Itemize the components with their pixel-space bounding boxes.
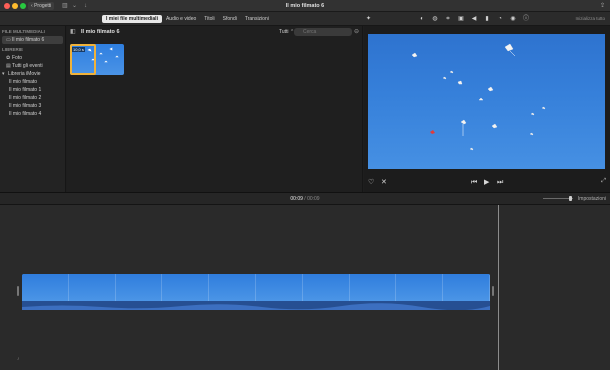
viewer-panel: ♡ ✕ ⏮ ▶ ⏭ ⤢ xyxy=(364,26,610,192)
tab-my-media[interactable]: I miei file multimediali xyxy=(102,15,162,23)
library-sidebar: FILE MULTIMEDIALI ▭Il mio filmato 6 LIBR… xyxy=(0,26,66,192)
sidebar-item-label: Tutti gli eventi xyxy=(12,63,43,69)
media-tabs: I miei file multimediali Audio e video T… xyxy=(102,15,273,23)
magic-wand-icon[interactable]: ✦ xyxy=(366,15,371,23)
sidebar-section-media: FILE MULTIMEDIALI xyxy=(2,29,45,34)
color-balance-icon[interactable]: ◐ xyxy=(418,15,426,23)
time-separator: / xyxy=(304,196,306,202)
info-icon[interactable]: ⓘ xyxy=(522,15,530,23)
kites-sky-image xyxy=(411,43,546,151)
sidebar-section-libraries: LIBRERIE xyxy=(2,47,24,52)
title-bar: ‹ Progetti ▥ ⌄ ↓ Il mio filmato 6 ⇪ xyxy=(0,0,610,12)
clip-trim-handle-right[interactable] xyxy=(492,286,494,296)
waveform-graphic xyxy=(22,303,490,311)
timeline-zoom-knob[interactable] xyxy=(569,196,572,201)
filmstrip-frame xyxy=(255,274,303,301)
tab-audio-video[interactable]: Audio e video xyxy=(162,15,200,23)
skip-forward-icon[interactable]: ⏭ xyxy=(497,178,503,188)
tab-backgrounds[interactable]: Sfondi xyxy=(219,15,241,23)
sidebar-item-event[interactable]: Il mio filmato 1 xyxy=(0,86,65,94)
browser-title: Il mio filmato 6 xyxy=(81,29,120,35)
back-button-label: Progetti xyxy=(34,3,52,9)
sidebar-item-photos[interactable]: ✿ Foto xyxy=(0,54,65,62)
speed-icon[interactable]: ◔ xyxy=(496,15,504,23)
sidebar-item-project[interactable]: ▭Il mio filmato 6 xyxy=(2,36,63,44)
minimize-window-button[interactable] xyxy=(12,3,18,9)
close-window-button[interactable] xyxy=(4,3,10,9)
volume-icon[interactable]: ◀ xyxy=(470,15,478,23)
timeline-header: 00:09 / 00:09 Impostazioni xyxy=(0,192,610,205)
filmstrip-frame xyxy=(396,274,444,301)
filter-icon[interactable]: ◉ xyxy=(509,15,517,23)
clip-duration-badge: 10,0 s xyxy=(72,47,85,52)
sidebar-item-label: Il mio filmato 6 xyxy=(12,37,45,43)
zoom-window-button[interactable] xyxy=(20,3,26,9)
fullscreen-icon[interactable]: ⤢ xyxy=(601,178,606,185)
import-icon[interactable]: ↓ xyxy=(84,2,87,10)
filmstrip-frame xyxy=(209,274,256,301)
sidebar-item-library[interactable]: ▾ Libreria iMovie xyxy=(0,70,65,78)
browser-header: ◧ Il mio filmato 6 Tutti ⌃ ⌕ ⊖ xyxy=(67,26,363,38)
media-toolbar: I miei file multimediali Audio e video T… xyxy=(0,12,610,26)
filmstrip-frame xyxy=(68,274,116,301)
tab-titles[interactable]: Titoli xyxy=(200,15,218,23)
video-preview[interactable] xyxy=(368,34,605,169)
filmstrip-frame xyxy=(115,274,163,301)
tab-transitions[interactable]: Transizioni xyxy=(241,15,273,23)
current-time: 00:09 xyxy=(290,196,303,202)
clip-trim-handle-left[interactable] xyxy=(17,286,19,296)
adjustment-tools: ◐ ◍ ⌗ ▣ ◀ ▮ ◔ ◉ ⓘ xyxy=(418,15,530,23)
sidebar-item-event[interactable]: Il mio filmato 4 xyxy=(0,110,65,118)
reset-all-button[interactable]: Inizializza tutto xyxy=(575,16,605,21)
play-icon[interactable]: ▶ xyxy=(484,178,489,188)
timecode-display: 00:09 / 00:09 xyxy=(0,196,610,203)
sidebar-item-label: Foto xyxy=(12,55,23,61)
window-title: Il mio filmato 6 xyxy=(285,3,325,9)
search-input[interactable] xyxy=(294,28,352,36)
sidebar-item-all-events[interactable]: ▤Tutti gli eventi xyxy=(0,62,65,70)
filmstrip-frame xyxy=(302,274,350,301)
sidebar-item-event[interactable]: Il mio filmato 3 xyxy=(0,102,65,110)
filmstrip-frame xyxy=(349,274,397,301)
reject-icon[interactable]: ✕ xyxy=(381,178,387,188)
filmstrip-frame xyxy=(443,274,490,301)
sidebar-layout-icon[interactable]: ▥ xyxy=(62,2,68,10)
back-to-projects-button[interactable]: ‹ Progetti xyxy=(28,2,55,10)
sidebar-item-event[interactable]: Il mio filmato xyxy=(0,78,65,86)
skip-back-icon[interactable]: ⏮ xyxy=(471,178,477,188)
audio-waveform[interactable] xyxy=(22,301,490,311)
crop-icon[interactable]: ⌗ xyxy=(444,15,452,23)
filmstrip-frame xyxy=(22,274,69,301)
filter-value: Tutti xyxy=(279,29,289,35)
sidebar-item-event[interactable]: Il mio filmato 2 xyxy=(0,94,65,102)
layout-dropdown-chevron-icon[interactable]: ⌄ xyxy=(72,2,77,10)
total-duration: 00:09 xyxy=(307,196,320,202)
filmstrip-frame xyxy=(162,274,210,301)
favorite-icon[interactable]: ♡ xyxy=(368,178,374,188)
stabilization-icon[interactable]: ▣ xyxy=(457,15,465,23)
equalizer-icon[interactable]: ▮ xyxy=(483,15,491,23)
media-browser: ◧ Il mio filmato 6 Tutti ⌃ ⌕ ⊖ 10,0 s xyxy=(67,26,363,192)
color-correction-icon[interactable]: ◍ xyxy=(431,15,439,23)
microphone-icon[interactable]: ♪ xyxy=(17,356,20,362)
clear-search-icon[interactable]: ⊖ xyxy=(354,28,359,36)
filter-dropdown[interactable]: Tutti ⌃ xyxy=(279,28,294,36)
playhead[interactable] xyxy=(498,205,499,370)
timeline-settings-button[interactable]: Impostazioni xyxy=(578,196,606,203)
sidebar-toggle-icon[interactable]: ◧ xyxy=(70,28,76,35)
sidebar-item-label: Libreria iMovie xyxy=(8,71,41,77)
share-icon[interactable]: ⇪ xyxy=(600,2,605,10)
